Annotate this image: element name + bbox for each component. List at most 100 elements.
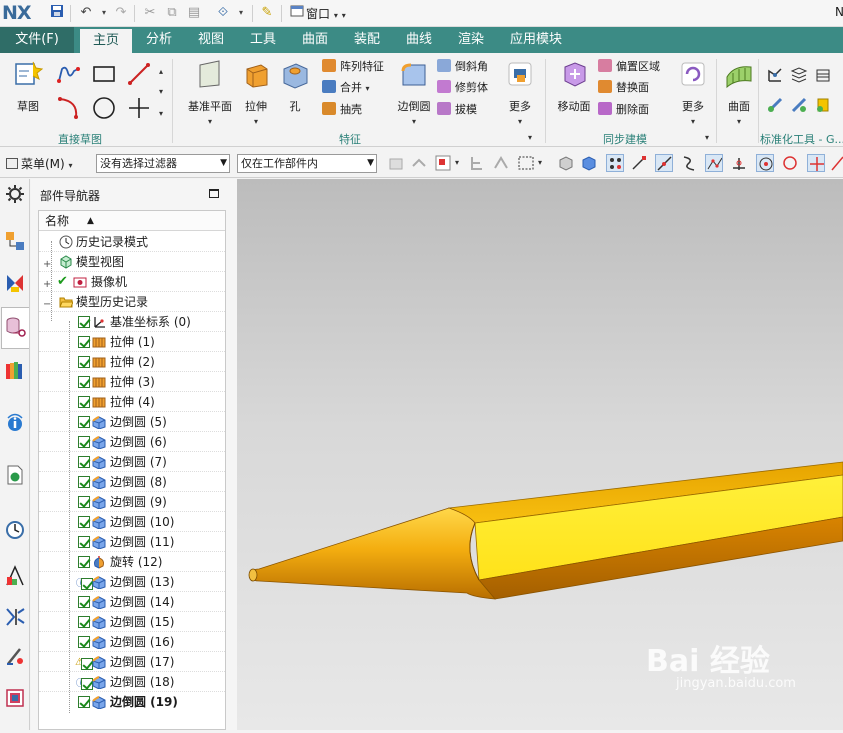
process-studio-icon[interactable] — [4, 565, 26, 587]
tree-node-edge-blend[interactable]: 边倒圆 (10) — [39, 512, 225, 532]
tree-node-camera[interactable]: + ✔ 摄像机 — [39, 272, 225, 292]
tab-assembly[interactable]: 装配 — [343, 27, 391, 53]
shell-button[interactable]: 抽壳 — [322, 101, 362, 119]
select-feature-icon[interactable] — [387, 154, 405, 172]
tab-curve[interactable]: 曲线 — [395, 27, 443, 53]
constraint-navigator-icon[interactable] — [4, 272, 26, 294]
redo-icon[interactable]: ↷ — [112, 4, 130, 22]
rectangle-icon[interactable] — [91, 61, 117, 87]
tab-surface[interactable]: 曲面 — [291, 27, 339, 53]
move-face-button[interactable]: 移动面 — [553, 59, 595, 121]
offset-region-button[interactable]: 偏置区域 — [598, 58, 660, 76]
sketch-button[interactable]: 草图 — [6, 59, 50, 121]
snap-arc-center-icon[interactable] — [756, 154, 774, 172]
select-connected-icon[interactable] — [492, 154, 510, 172]
standard-tool-6-icon[interactable] — [814, 96, 832, 114]
tab-tools[interactable]: 工具 — [239, 27, 287, 53]
visibility-checkbox[interactable] — [78, 696, 90, 708]
snap-endpoint-icon[interactable] — [630, 154, 648, 172]
repeat-command-icon[interactable]: ⟐ — [214, 4, 232, 22]
tree-node-extrude[interactable]: 拉伸 (2) — [39, 352, 225, 372]
tree-node-edge-blend[interactable]: 边倒圆 (8) — [39, 472, 225, 492]
select-reverse-icon[interactable] — [410, 154, 428, 172]
chamfer-button[interactable]: 倒斜角 — [437, 58, 488, 76]
circle-icon[interactable] — [91, 95, 117, 121]
visibility-checkbox[interactable] — [78, 556, 90, 568]
snap-existing-point-icon[interactable] — [807, 154, 825, 172]
copy-icon[interactable]: ⧉ — [163, 4, 181, 22]
tree-node-edge-blend[interactable]: 边倒圆 (5) — [39, 412, 225, 432]
history-clock-icon[interactable] — [4, 519, 26, 541]
tree-node-extrude[interactable]: 拉伸 (1) — [39, 332, 225, 352]
replace-face-button[interactable]: 替换面 — [598, 79, 649, 97]
selection-scope-select[interactable]: 仅在工作部件内 ▼ — [237, 154, 377, 173]
sync-more-button[interactable]: 更多 ▾ — [675, 59, 711, 126]
visibility-checkbox[interactable] — [78, 616, 90, 628]
extrude-button[interactable]: 拉伸 ▾ — [238, 59, 274, 126]
tab-analysis[interactable]: 分析 — [135, 27, 183, 53]
tree-node-edge-blend[interactable]: 边倒圆 (14) — [39, 592, 225, 612]
unite-button[interactable]: 合并 ▾ — [322, 79, 370, 97]
tree-node-edge-blend[interactable]: 边倒圆 (15) — [39, 612, 225, 632]
visibility-checkbox[interactable] — [78, 436, 90, 448]
pattern-feature-button[interactable]: 阵列特征 — [322, 58, 384, 76]
visibility-checkbox[interactable] — [78, 376, 90, 388]
tree-node-edge-blend[interactable]: ⓘ 边倒圆 (18) — [39, 672, 225, 692]
standard-tool-2-icon[interactable] — [790, 66, 808, 84]
surface-button[interactable]: 曲面 ▾ — [720, 59, 758, 126]
sketch-gallery-up-icon[interactable]: ▴ — [159, 67, 163, 76]
assembly-navigator-icon[interactable] — [4, 230, 26, 252]
trim-body-button[interactable]: 修剪体 — [437, 79, 488, 97]
visibility-checkbox[interactable] — [78, 496, 90, 508]
sketch-gallery-more-icon[interactable]: ▾ — [159, 109, 163, 118]
snap-midpoint-icon[interactable] — [655, 154, 673, 172]
tab-home[interactable]: 主页 — [80, 29, 132, 53]
hd3d-tools-icon[interactable] — [4, 411, 26, 433]
part-navigator-tab[interactable] — [1, 307, 29, 349]
visibility-checkbox[interactable] — [78, 416, 90, 428]
standard-tool-3-icon[interactable] — [814, 66, 832, 84]
tree-node-datum-csys[interactable]: 基准坐标系 (0) — [39, 312, 225, 332]
point-icon[interactable] — [126, 95, 152, 121]
visibility-checkbox[interactable] — [78, 476, 90, 488]
datum-plane-button[interactable]: 基准平面 ▾ — [186, 59, 234, 126]
settings-gear-icon[interactable] — [4, 183, 26, 205]
tree-node-edge-blend[interactable]: 边倒圆 (6) — [39, 432, 225, 452]
menu-button[interactable]: 菜单(M) ▾ — [6, 155, 73, 172]
visibility-checkbox[interactable] — [78, 336, 90, 348]
role-tool-icon[interactable] — [4, 645, 26, 667]
window-icon[interactable] — [288, 4, 306, 22]
cut-icon[interactable]: ✂ — [141, 4, 159, 22]
undo-dropdown-icon[interactable]: ▾ — [95, 4, 113, 22]
draft-button[interactable]: 拔模 — [437, 101, 477, 119]
visibility-checkbox[interactable] — [78, 316, 90, 328]
tab-application[interactable]: 应用模块 — [500, 27, 572, 53]
arc-icon[interactable] — [56, 95, 82, 121]
tab-view[interactable]: 视图 — [187, 27, 235, 53]
tab-file[interactable]: 文件(F) — [0, 27, 74, 53]
standard-tool-4-icon[interactable] — [766, 96, 784, 114]
tree-node-edge-blend[interactable]: ⓘ 边倒圆 (13) — [39, 572, 225, 592]
snap-control-point-icon[interactable] — [705, 154, 723, 172]
sketch-gallery-down-icon[interactable]: ▾ — [159, 87, 163, 96]
feature-more-button[interactable]: 更多 ▾ — [502, 59, 538, 126]
standard-tool-5-icon[interactable] — [790, 96, 808, 114]
select-tree-icon[interactable] — [468, 154, 486, 172]
tree-node-edge-blend[interactable]: 边倒圆 (11) — [39, 532, 225, 552]
solid-body-icon[interactable] — [557, 154, 575, 172]
tree-node-model-views[interactable]: + 模型视图 — [39, 252, 225, 272]
hole-button[interactable]: 孔 — [278, 59, 312, 121]
system-materials-icon[interactable] — [4, 687, 26, 709]
visibility-checkbox[interactable] — [78, 636, 90, 648]
visibility-checkbox[interactable] — [78, 396, 90, 408]
tab-render[interactable]: 渲染 — [447, 27, 495, 53]
select-region-icon[interactable] — [434, 154, 452, 172]
tree-node-edge-blend-current[interactable]: 边倒圆 (19) — [39, 692, 225, 712]
visibility-checkbox[interactable] — [78, 356, 90, 368]
tree-node-model-history[interactable]: − 模型历史记录 — [39, 292, 225, 312]
box-select-icon[interactable] — [517, 154, 535, 172]
maximize-icon[interactable] — [209, 189, 219, 198]
tree-node-edge-blend[interactable]: 边倒圆 (9) — [39, 492, 225, 512]
tree-node-extrude[interactable]: 拉伸 (4) — [39, 392, 225, 412]
selection-filter-select[interactable]: 没有选择过滤器 ▼ — [96, 154, 230, 173]
